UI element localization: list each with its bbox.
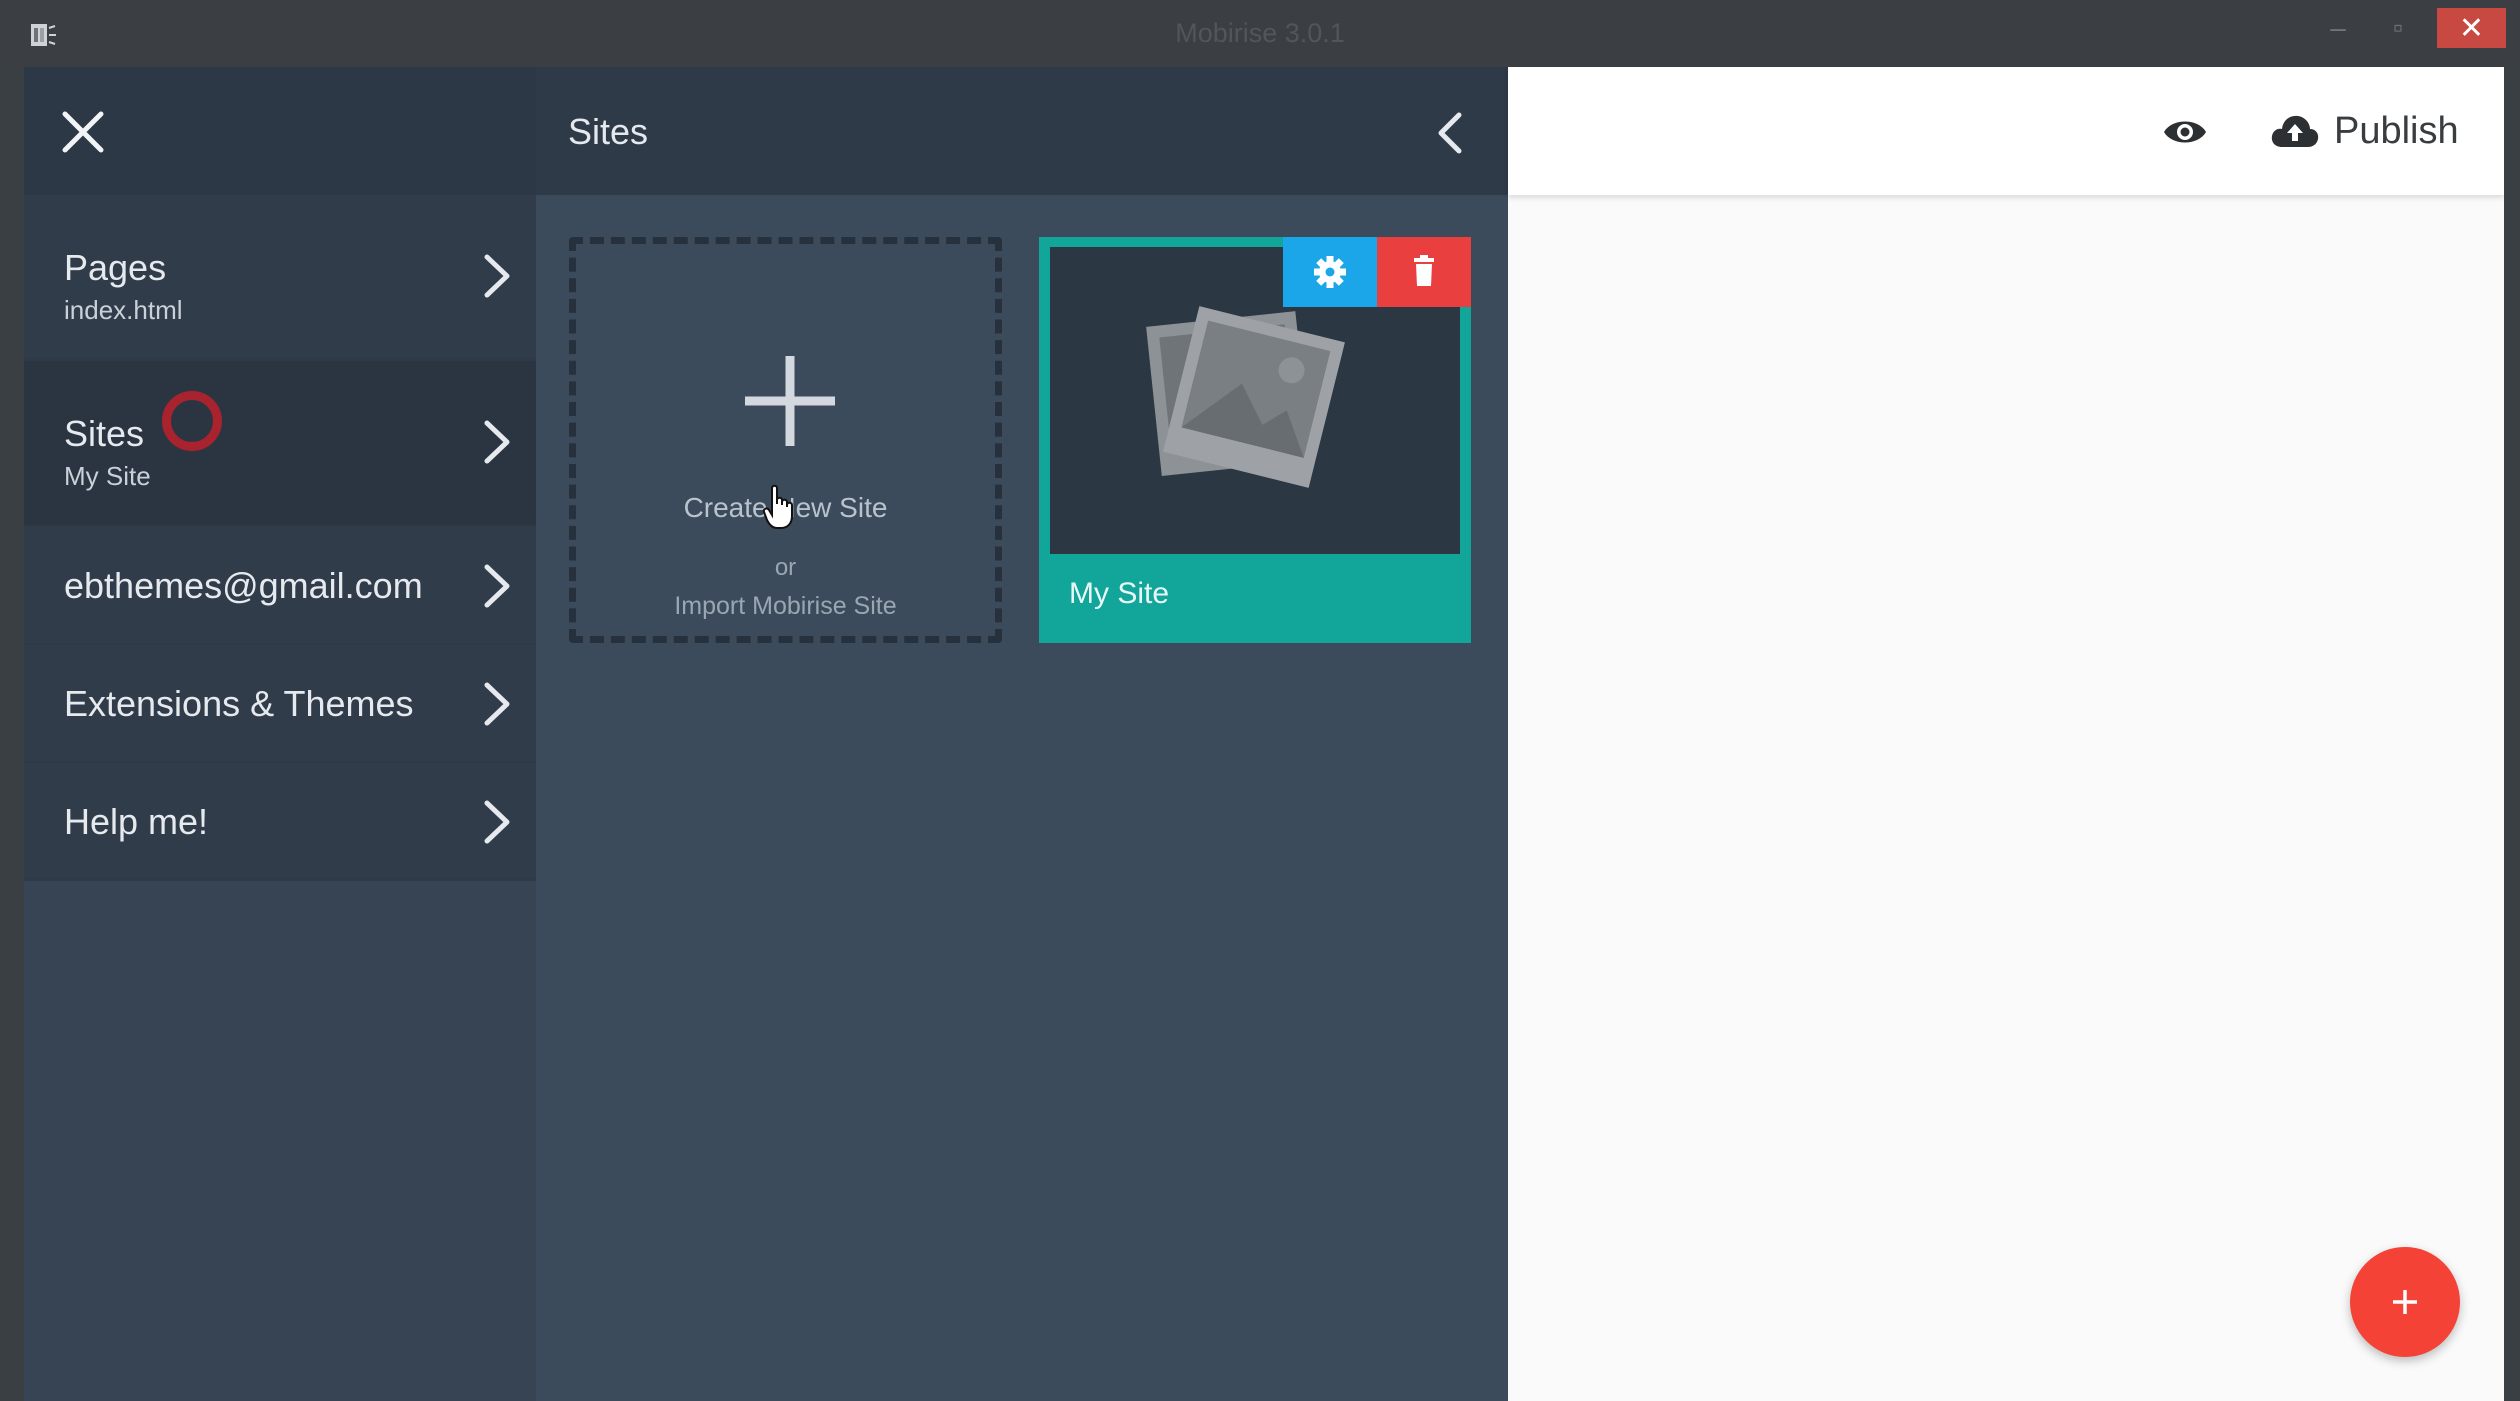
maximize-button[interactable]: ▫ bbox=[2368, 8, 2428, 48]
page-preview-area: Publish bbox=[1508, 67, 2504, 1401]
sidebar-item-label: Extensions & Themes bbox=[64, 683, 414, 724]
chevron-right-icon bbox=[484, 800, 510, 844]
sidebar-header bbox=[24, 67, 536, 195]
sidebar-item-label: Help me! bbox=[64, 801, 209, 842]
hand-cursor-icon bbox=[762, 484, 793, 529]
eye-icon[interactable] bbox=[2162, 115, 2208, 149]
sidebar-item-sites[interactable]: Sites My Site bbox=[24, 361, 536, 527]
sidebar-item-sublabel: index.html bbox=[64, 295, 183, 325]
sidebar-item-pages[interactable]: Pages index.html bbox=[24, 195, 536, 361]
sites-panel-header: Sites bbox=[536, 67, 1508, 195]
plus-icon bbox=[745, 356, 835, 446]
chevron-left-icon[interactable] bbox=[1436, 111, 1464, 155]
window-frame-right bbox=[2504, 67, 2520, 1401]
sidebar-item-label: Sites bbox=[64, 413, 145, 454]
site-card-name: My Site bbox=[1069, 577, 1170, 610]
window-frame-left bbox=[0, 67, 24, 1401]
create-new-site-button[interactable]: Create New Site or Import Mobirise Site bbox=[569, 237, 1002, 643]
sidebar-item-extensions-themes[interactable]: Extensions & Themes bbox=[24, 645, 536, 763]
sidebar-item-help[interactable]: Help me! bbox=[24, 763, 536, 881]
publish-label: Publish bbox=[2334, 109, 2459, 152]
import-site-label[interactable]: Import Mobirise Site bbox=[576, 592, 995, 621]
image-placeholder-icon bbox=[1146, 306, 1345, 488]
close-icon[interactable] bbox=[60, 109, 106, 155]
cloud-upload-icon bbox=[2271, 115, 2319, 147]
window-titlebar: Mobirise 3.0.1 – ▫ ✕ bbox=[0, 0, 2520, 67]
sites-panel: Sites Create New Site or Import Mobirise… bbox=[536, 67, 1508, 1401]
or-label: or bbox=[774, 554, 797, 581]
chevron-right-icon bbox=[484, 420, 510, 464]
window-title: Mobirise 3.0.1 bbox=[1175, 18, 1345, 48]
mobirise-app: Mobirise 3.0.1 – ▫ ✕ Pages index.html Si… bbox=[0, 0, 2520, 1401]
minimize-button[interactable]: – bbox=[2308, 8, 2368, 48]
site-settings-button[interactable] bbox=[1283, 237, 1377, 307]
publish-button[interactable]: Publish bbox=[2270, 105, 2459, 157]
sidebar: Pages index.html Sites My Site ebthemes@… bbox=[24, 67, 536, 1401]
content-topbar: Publish bbox=[1508, 67, 2504, 195]
sidebar-item-label: ebthemes@gmail.com bbox=[64, 565, 423, 606]
site-delete-button[interactable] bbox=[1377, 237, 1471, 307]
close-window-button[interactable]: ✕ bbox=[2437, 8, 2506, 48]
sidebar-item-account[interactable]: ebthemes@gmail.com bbox=[24, 527, 536, 645]
add-block-button[interactable] bbox=[2350, 1247, 2460, 1357]
chevron-right-icon bbox=[484, 254, 510, 298]
trash-icon bbox=[1414, 255, 1434, 286]
sidebar-item-sublabel: My Site bbox=[64, 461, 151, 491]
chevron-right-icon bbox=[484, 682, 510, 726]
add-icon bbox=[2393, 1290, 2417, 1314]
sidebar-item-label: Pages bbox=[64, 247, 167, 288]
click-indicator bbox=[162, 391, 222, 451]
gear-icon bbox=[1314, 256, 1346, 288]
site-card-my-site[interactable]: My Site bbox=[1039, 237, 1471, 643]
chevron-right-icon bbox=[484, 564, 510, 608]
sites-panel-title: Sites bbox=[568, 111, 649, 152]
